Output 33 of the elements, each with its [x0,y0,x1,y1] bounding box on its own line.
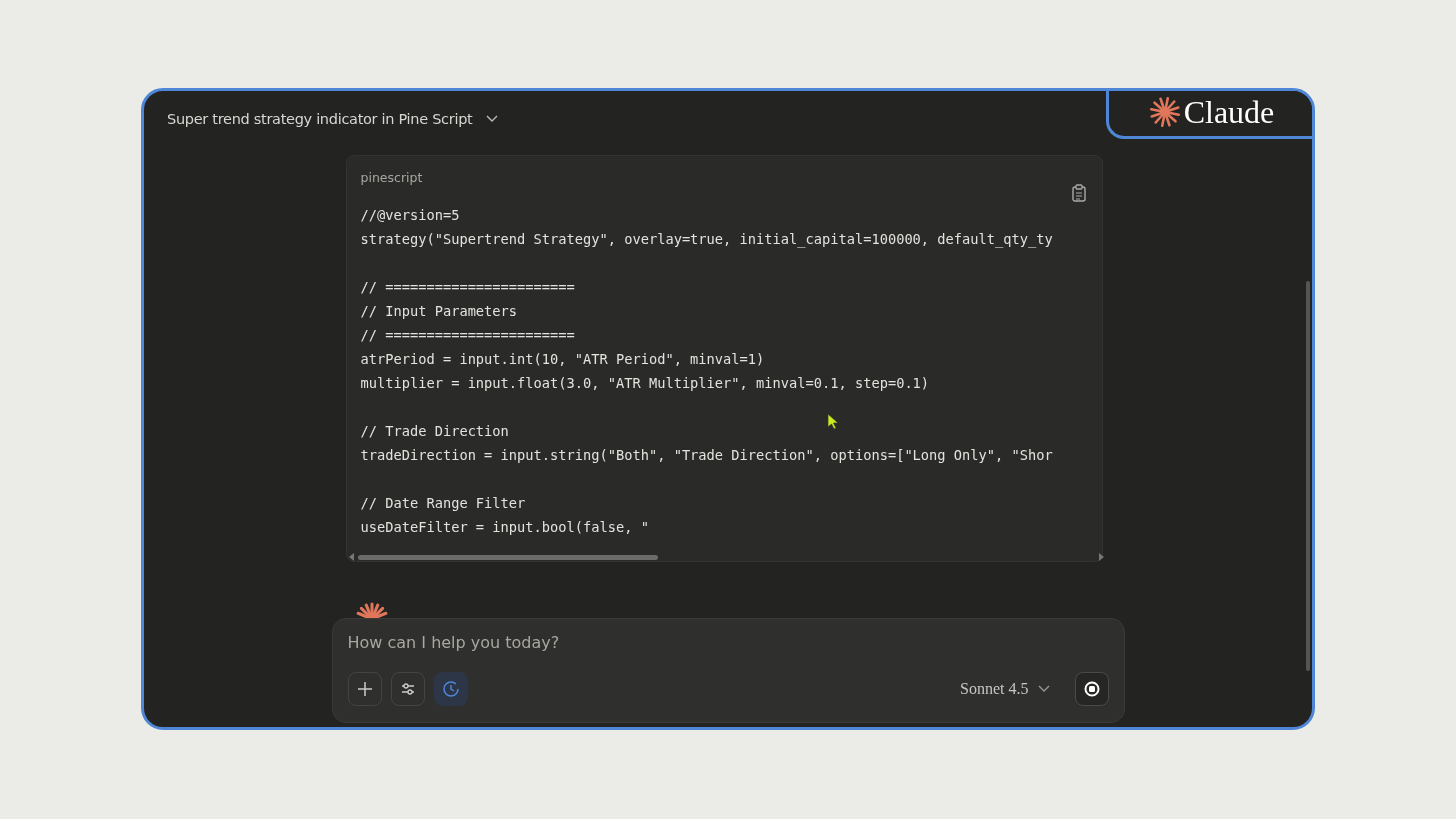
chat-title-button[interactable]: Super trend strategy indicator in Pine Script [167,110,473,127]
code-line: // ======================= [360,326,575,345]
record-icon [1083,681,1100,697]
clipboard-icon[interactable] [1071,184,1086,202]
record-button[interactable] [1074,672,1109,706]
code-line: // ======================= [360,278,575,297]
chevron-down-icon[interactable] [486,114,499,123]
code-line: atrPeriod = input.int(10, "ATR Period", minval=1) [360,350,765,369]
settings-sliders-button[interactable] [390,672,425,706]
sliders-icon [399,681,416,697]
code-line: multiplier = input.float(3.0, "ATR Multiplier", minval=0.1, step=0.1) [360,374,930,393]
starburst-logo-icon [1149,97,1180,127]
horizontal-scrollbar[interactable] [348,553,1104,561]
code-line: strategy("Supertrend Strategy", overlay=true, initial_capital=100000, default_qty_ty [360,230,1053,250]
message-input[interactable]: How can I help you today? [347,633,1109,652]
code-line: useDateFilter = input.bool(false, " [360,518,649,537]
code-line: // Input Parameters [360,302,518,321]
code-language-label: pinescript [360,170,423,185]
plus-icon [356,681,373,697]
logo-wordmark: Claude [1183,93,1275,131]
code-line: tradeDirection = input.string("Both", "Trade Direction", options=["Long Only", "Shor [360,446,1053,465]
add-button[interactable] [347,672,382,706]
model-selector[interactable]: Sonnet 4.5 [960,680,1029,698]
clock-button[interactable] [433,672,468,706]
code-line: // Date Range Filter [360,494,526,513]
code-line: //@version=5 [360,206,460,225]
scroll-right-arrow-icon[interactable] [1097,553,1104,561]
vertical-scrollbar[interactable] [1306,281,1310,671]
scroll-left-arrow-icon[interactable] [348,553,355,561]
code-line: // Trade Direction [360,422,509,441]
chevron-down-icon[interactable] [1037,685,1050,693]
clock-icon [441,680,460,698]
mouse-pointer-icon [827,413,839,430]
